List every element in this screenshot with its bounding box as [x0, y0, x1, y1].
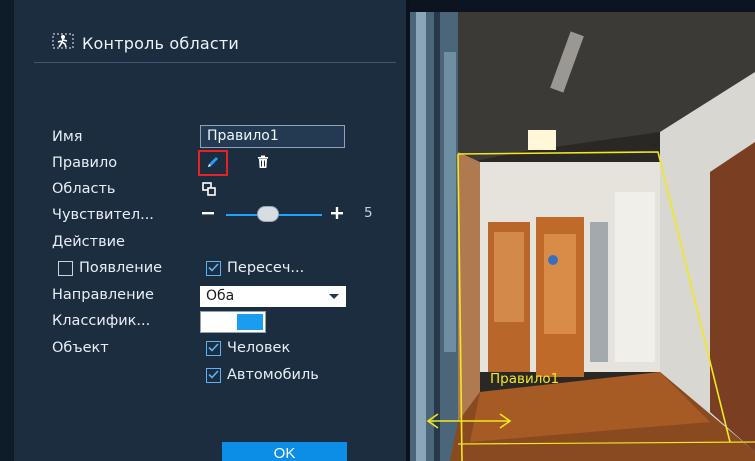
rule-overlay-label: Правило1 — [490, 371, 560, 387]
toggle-track — [203, 314, 237, 330]
panel-title: Контроль области — [82, 33, 240, 53]
intrusion-person-icon — [52, 32, 74, 54]
classify-label: Классифик... — [52, 313, 151, 329]
camera-scene — [410, 12, 755, 461]
sensitivity-label: Чувствител... — [52, 207, 154, 223]
sensitivity-slider-thumb[interactable] — [258, 207, 278, 221]
screen: Правило1 Контроль области Имя Правило1 П… — [0, 0, 755, 461]
sensitivity-increase-button[interactable] — [330, 205, 344, 219]
classify-toggle[interactable] — [200, 311, 266, 333]
direction-select[interactable]: Оба — [200, 286, 346, 307]
edit-rule-button[interactable] — [198, 150, 228, 176]
direction-selected-value: Оба — [206, 288, 235, 304]
camera-view[interactable]: Правило1 — [410, 12, 755, 461]
name-input[interactable]: Правило1 — [200, 125, 345, 148]
human-label: Человек — [227, 340, 291, 356]
checkmark-icon — [208, 340, 219, 356]
trash-icon — [256, 154, 270, 173]
vehicle-checkbox[interactable] — [206, 367, 221, 383]
action-label: Действие — [52, 234, 125, 250]
rule-label: Правило — [52, 155, 118, 171]
plus-icon — [330, 205, 344, 224]
pencil-icon — [206, 154, 220, 173]
cross-checkbox[interactable] — [206, 260, 221, 276]
checkmark-icon — [208, 367, 219, 383]
appear-checkbox-row[interactable]: Появление — [58, 260, 162, 276]
appear-label: Появление — [79, 260, 163, 276]
sensitivity-value: 5 — [364, 205, 373, 221]
settings-panel: Контроль области Имя Правило1 Правило Об… — [0, 0, 410, 461]
appear-checkbox[interactable] — [58, 260, 73, 276]
header-divider — [34, 62, 396, 63]
vehicle-checkbox-row[interactable]: Автомобиль — [206, 367, 319, 383]
panel-edge — [0, 0, 14, 461]
cross-label: Пересеч... — [227, 260, 305, 276]
object-label: Объект — [52, 340, 109, 356]
name-label: Имя — [52, 129, 83, 145]
human-checkbox[interactable] — [206, 340, 221, 356]
ok-button[interactable]: OK — [222, 442, 347, 461]
area-label: Область — [52, 181, 116, 197]
area-draw-icon — [202, 181, 216, 200]
panel-header: Контроль области — [52, 32, 239, 54]
caret-down-icon — [329, 294, 339, 299]
human-checkbox-row[interactable]: Человек — [206, 340, 290, 356]
delete-rule-button[interactable] — [254, 155, 272, 171]
checkmark-icon — [208, 260, 219, 276]
vehicle-label: Автомобиль — [227, 367, 319, 383]
direction-label: Направление — [52, 287, 154, 303]
sensitivity-decrease-button[interactable] — [201, 205, 215, 219]
draw-area-button[interactable] — [201, 181, 217, 200]
toggle-knob — [237, 314, 263, 330]
minus-icon — [201, 205, 215, 224]
cross-checkbox-row[interactable]: Пересеч... — [206, 260, 304, 276]
